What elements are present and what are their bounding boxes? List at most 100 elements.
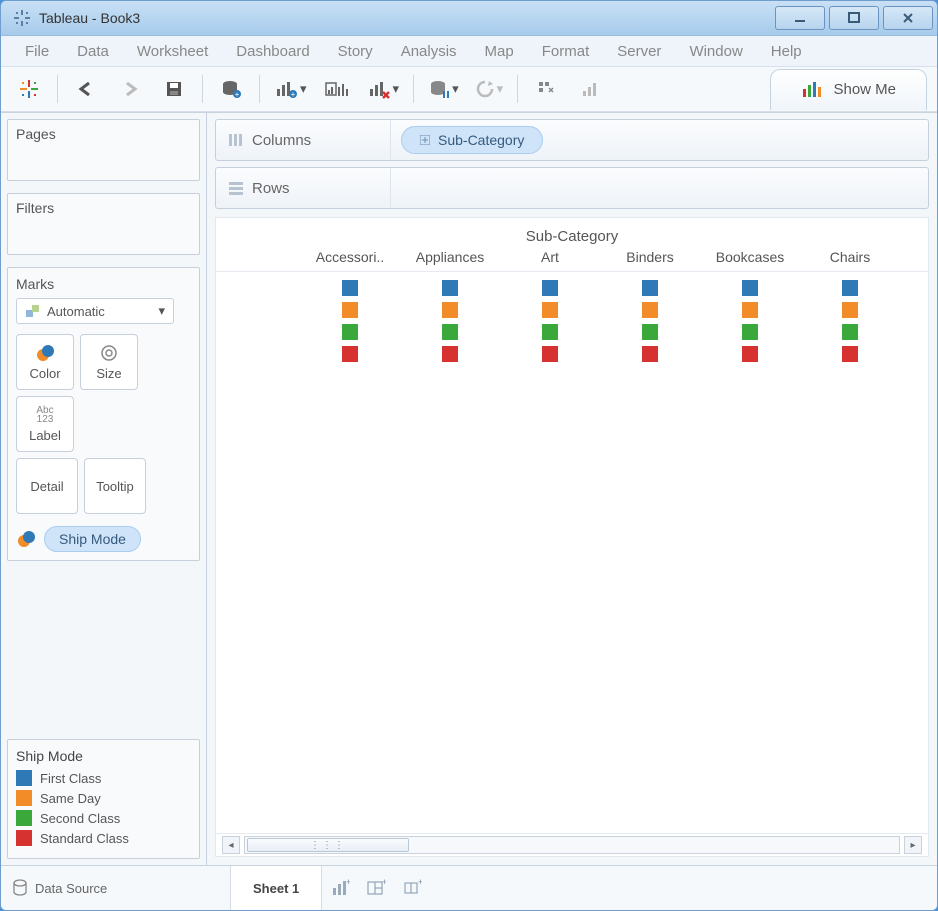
data-mark[interactable] <box>842 346 858 362</box>
data-mark[interactable] <box>542 280 558 296</box>
marks-color-encoding[interactable]: Ship Mode <box>16 526 191 552</box>
svg-text:+: + <box>346 879 350 887</box>
tableau-logo-icon[interactable] <box>11 74 47 104</box>
data-mark[interactable] <box>642 302 658 318</box>
data-mark[interactable] <box>342 302 358 318</box>
data-mark[interactable] <box>442 280 458 296</box>
marks-color-button[interactable]: Color <box>16 334 74 390</box>
app-window: Tableau - Book3 File Data Worksheet Dash… <box>0 0 938 911</box>
filters-title: Filters <box>16 200 191 216</box>
expand-icon <box>420 135 430 145</box>
connect-data-button[interactable]: + <box>213 74 249 104</box>
legend-item[interactable]: Standard Class <box>16 830 191 846</box>
new-worksheet-tab-button[interactable]: + <box>322 866 358 910</box>
column-header[interactable]: Chairs <box>800 249 900 265</box>
marks-label-button[interactable]: Abc123 Label <box>16 396 74 452</box>
data-mark[interactable] <box>742 346 758 362</box>
data-mark[interactable] <box>542 324 558 340</box>
menu-help[interactable]: Help <box>759 39 814 64</box>
svg-text:+: + <box>382 879 386 887</box>
data-mark[interactable] <box>342 280 358 296</box>
color-field-pill[interactable]: Ship Mode <box>44 526 141 552</box>
window-title: Tableau - Book3 <box>39 10 140 26</box>
marks-detail-button[interactable]: Detail <box>16 458 78 514</box>
menu-worksheet[interactable]: Worksheet <box>125 39 220 64</box>
data-mark[interactable] <box>542 346 558 362</box>
legend-item[interactable]: First Class <box>16 770 191 786</box>
data-mark[interactable] <box>842 324 858 340</box>
duplicate-sheet-button[interactable] <box>319 74 355 104</box>
size-icon <box>100 344 118 362</box>
data-mark[interactable] <box>342 346 358 362</box>
column-header[interactable]: Appliances <box>400 249 500 265</box>
filters-shelf[interactable]: Filters <box>7 193 200 255</box>
column-header[interactable]: Art <box>500 249 600 265</box>
column-header[interactable]: Cop <box>900 249 929 265</box>
column-header[interactable]: Accessori.. <box>300 249 400 265</box>
show-me-button[interactable]: Show Me <box>770 69 927 110</box>
pages-title: Pages <box>16 126 191 142</box>
legend-label: Standard Class <box>40 831 129 846</box>
data-mark[interactable] <box>642 346 658 362</box>
swap-button[interactable] <box>528 74 564 104</box>
data-mark[interactable] <box>542 302 558 318</box>
column-header[interactable]: Bookcases <box>700 249 800 265</box>
legend-label: Second Class <box>40 811 120 826</box>
data-mark[interactable] <box>842 302 858 318</box>
legend-item[interactable]: Second Class <box>16 810 191 826</box>
legend-swatch <box>16 830 32 846</box>
pages-shelf[interactable]: Pages <box>7 119 200 181</box>
data-mark[interactable] <box>442 302 458 318</box>
data-mark[interactable] <box>742 302 758 318</box>
menu-story[interactable]: Story <box>326 39 385 64</box>
new-story-tab-button[interactable]: + <box>394 866 430 910</box>
minimize-button[interactable] <box>775 6 825 30</box>
marks-size-button[interactable]: Size <box>80 334 138 390</box>
menu-window[interactable]: Window <box>677 39 754 64</box>
new-dashboard-tab-button[interactable]: + <box>358 866 394 910</box>
data-mark[interactable] <box>842 280 858 296</box>
data-mark[interactable] <box>442 324 458 340</box>
rows-shelf[interactable]: Rows <box>215 167 929 209</box>
scroll-right-button[interactable]: ▸ <box>904 836 922 854</box>
data-mark[interactable] <box>742 280 758 296</box>
scroll-left-button[interactable]: ◂ <box>222 836 240 854</box>
clear-sheet-button[interactable]: ▾ <box>363 74 404 104</box>
data-mark[interactable] <box>642 324 658 340</box>
close-button[interactable] <box>883 6 933 30</box>
forward-button[interactable] <box>112 74 148 104</box>
horizontal-scrollbar[interactable]: ◂ ⋮⋮⋮ ▸ <box>216 833 928 856</box>
menu-bar: File Data Worksheet Dashboard Story Anal… <box>1 36 937 67</box>
scroll-thumb[interactable]: ⋮⋮⋮ <box>247 838 409 852</box>
legend-item[interactable]: Same Day <box>16 790 191 806</box>
title-bar: Tableau - Book3 <box>1 1 937 36</box>
back-button[interactable] <box>68 74 104 104</box>
menu-data[interactable]: Data <box>65 39 121 64</box>
data-mark[interactable] <box>742 324 758 340</box>
menu-file[interactable]: File <box>13 39 61 64</box>
toolbar: + +▾ ▾ ▾ ▾ Show Me <box>1 67 937 112</box>
maximize-button[interactable] <box>829 6 879 30</box>
menu-dashboard[interactable]: Dashboard <box>224 39 321 64</box>
refresh-button[interactable]: ▾ <box>471 74 508 104</box>
sheet-tab[interactable]: Sheet 1 <box>231 866 322 910</box>
marks-type-dropdown[interactable]: Automatic ▾ <box>16 298 174 324</box>
data-source-tab[interactable]: Data Source <box>1 866 231 910</box>
sort-button[interactable] <box>572 74 608 104</box>
column-header[interactable]: Binders <box>600 249 700 265</box>
pause-data-button[interactable]: ▾ <box>424 74 463 104</box>
menu-server[interactable]: Server <box>605 39 673 64</box>
menu-map[interactable]: Map <box>473 39 526 64</box>
data-mark[interactable] <box>442 346 458 362</box>
scroll-track[interactable]: ⋮⋮⋮ <box>244 836 900 854</box>
menu-format[interactable]: Format <box>530 39 602 64</box>
svg-text:+: + <box>291 90 296 99</box>
data-mark[interactable] <box>342 324 358 340</box>
new-worksheet-button[interactable]: +▾ <box>270 74 311 104</box>
columns-field-pill[interactable]: Sub-Category <box>401 126 543 154</box>
menu-analysis[interactable]: Analysis <box>389 39 469 64</box>
marks-tooltip-button[interactable]: Tooltip <box>84 458 146 514</box>
columns-shelf[interactable]: Columns Sub-Category <box>215 119 929 161</box>
data-mark[interactable] <box>642 280 658 296</box>
save-button[interactable] <box>156 74 192 104</box>
